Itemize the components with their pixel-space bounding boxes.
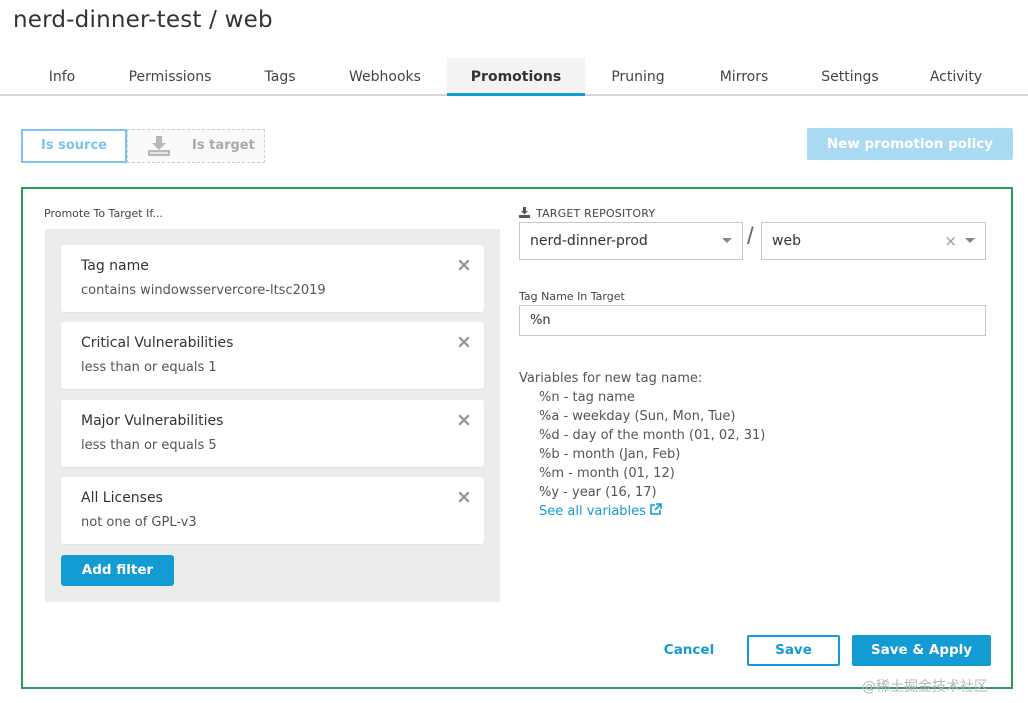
new-promotion-policy-button[interactable]: New promotion policy (807, 128, 1013, 160)
filter-condition: less than or equals 5 (81, 438, 217, 453)
target-repository-text: TARGET REPOSITORY (536, 207, 656, 220)
promotion-policy-editor: Promote To Target If... Tag name contain… (21, 187, 1013, 689)
filter-name: Major Vulnerabilities (81, 413, 224, 429)
tag-name-in-target-input[interactable] (519, 305, 986, 336)
tab-bar: Info Permissions Tags Webhooks Promotion… (0, 58, 1028, 96)
see-all-variables-link[interactable]: See all variables (539, 502, 765, 521)
tag-name-in-target-label: Tag Name In Target (519, 290, 625, 303)
close-icon[interactable] (458, 414, 470, 426)
promote-if-label: Promote To Target If... (44, 207, 163, 220)
filter-condition: less than or equals 1 (81, 360, 217, 375)
target-repository-value: web (772, 233, 801, 249)
source-target-toggle: Is source Is target (21, 129, 265, 163)
save-and-apply-button[interactable]: Save & Apply (852, 635, 991, 666)
filter-condition: contains windowsservercore-ltsc2019 (81, 283, 326, 298)
add-filter-button[interactable]: Add filter (61, 555, 174, 586)
close-icon[interactable] (458, 259, 470, 271)
filter-card: All Licenses not one of GPL-v3 (61, 477, 484, 544)
tab-permissions[interactable]: Permissions (118, 58, 222, 96)
is-target-button[interactable]: Is target (127, 129, 265, 163)
cancel-button[interactable]: Cancel (649, 635, 729, 666)
tab-info[interactable]: Info (36, 58, 88, 96)
tab-settings[interactable]: Settings (810, 58, 890, 96)
target-namespace-value: nerd-dinner-prod (530, 233, 648, 249)
promotions-page: nerd-dinner-test / web Info Permissions … (0, 0, 1028, 703)
chevron-down-icon (722, 238, 732, 243)
tab-mirrors[interactable]: Mirrors (706, 58, 782, 96)
variable-item: %d - day of the month (01, 02, 31) (539, 428, 766, 443)
filter-card: Critical Vulnerabilities less than or eq… (61, 322, 484, 389)
filter-name: All Licenses (81, 490, 163, 506)
external-link-icon (650, 503, 662, 515)
filters-panel: Tag name contains windowsservercore-ltsc… (45, 229, 500, 602)
tab-activity[interactable]: Activity (918, 58, 994, 96)
filter-condition: not one of GPL-v3 (81, 515, 197, 530)
variables-list: %n - tag name %a - weekday (Sun, Mon, Tu… (539, 388, 765, 521)
watermark: @稀土掘金技术社区 (862, 679, 988, 695)
see-all-variables-text: See all variables (539, 504, 646, 519)
page-title: nerd-dinner-test / web (13, 7, 273, 33)
is-target-label: Is target (192, 138, 255, 153)
tab-promotions[interactable]: Promotions (447, 58, 585, 96)
filter-card: Major Vulnerabilities less than or equal… (61, 400, 484, 467)
filter-name: Tag name (81, 258, 149, 274)
download-icon (148, 136, 170, 156)
target-repository-select[interactable]: web × (761, 222, 986, 260)
filter-name: Critical Vulnerabilities (81, 335, 234, 351)
clear-icon[interactable]: × (944, 223, 957, 259)
variable-item: %b - month (Jan, Feb) (539, 447, 681, 462)
variable-item: %n - tag name (539, 390, 635, 405)
target-repository-label: TARGET REPOSITORY (519, 207, 655, 220)
close-icon[interactable] (458, 336, 470, 348)
variable-item: %m - month (01, 12) (539, 466, 675, 481)
filter-card: Tag name contains windowsservercore-ltsc… (61, 245, 484, 312)
variable-item: %y - year (16, 17) (539, 485, 657, 500)
target-namespace-select[interactable]: nerd-dinner-prod (519, 222, 743, 260)
close-icon[interactable] (458, 491, 470, 503)
is-source-button[interactable]: Is source (21, 129, 127, 163)
tab-pruning[interactable]: Pruning (598, 58, 678, 96)
tab-webhooks[interactable]: Webhooks (336, 58, 434, 96)
variable-item: %a - weekday (Sun, Mon, Tue) (539, 409, 736, 424)
variables-title: Variables for new tag name: (519, 371, 703, 386)
repo-separator: / (747, 223, 754, 250)
chevron-down-icon (965, 238, 975, 243)
save-button[interactable]: Save (747, 635, 840, 666)
download-icon (519, 207, 530, 218)
tab-tags[interactable]: Tags (252, 58, 308, 96)
